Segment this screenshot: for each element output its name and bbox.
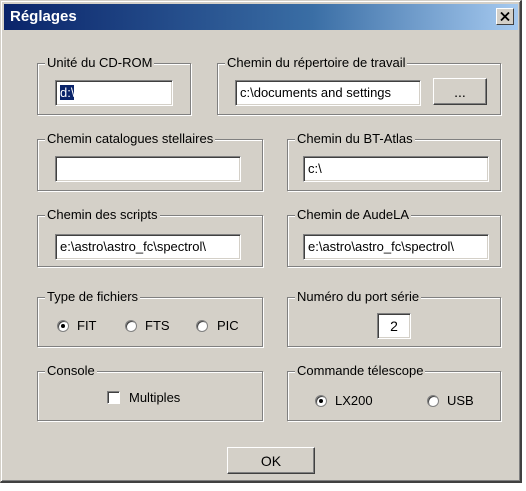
catalogs-input[interactable]: [55, 156, 241, 182]
console-label: Console: [45, 363, 97, 379]
settings-dialog: Réglages Unité du CD-ROM d:\ Chemin du r…: [0, 0, 522, 483]
radio-fit[interactable]: [57, 320, 69, 332]
workdir-input[interactable]: c:\documents and settings: [235, 80, 421, 106]
multiples-checkbox[interactable]: [107, 391, 120, 404]
cdrom-label: Unité du CD-ROM: [45, 55, 155, 71]
btatlas-input[interactable]: c:\: [303, 156, 489, 182]
radio-pic[interactable]: [196, 320, 208, 332]
close-button[interactable]: [496, 8, 514, 25]
radio-lx200[interactable]: [315, 395, 327, 407]
window-title: Réglages: [10, 8, 77, 25]
radio-usb[interactable]: [427, 395, 439, 407]
browse-button[interactable]: ...: [433, 78, 487, 105]
ok-button[interactable]: OK: [227, 447, 315, 474]
scripts-label: Chemin des scripts: [45, 207, 160, 223]
cdrom-input[interactable]: d:\: [55, 80, 173, 106]
title-bar[interactable]: Réglages: [4, 4, 518, 30]
radio-fts-label: FTS: [145, 318, 170, 333]
radio-lx200-label: LX200: [335, 393, 373, 408]
radio-fit-label: FIT: [77, 318, 97, 333]
telescope-label: Commande télescope: [295, 363, 426, 379]
radio-usb-label: USB: [447, 393, 474, 408]
scripts-input[interactable]: e:\astro\astro_fc\spectrol\: [55, 234, 241, 260]
serialport-input[interactable]: 2: [377, 313, 411, 339]
multiples-label: Multiples: [129, 390, 181, 405]
workdir-label: Chemin du répertoire de travail: [225, 55, 408, 71]
audela-input[interactable]: e:\astro\astro_fc\spectrol\: [303, 234, 489, 260]
serialport-label: Numéro du port série: [295, 289, 422, 305]
audela-label: Chemin de AudeLA: [295, 207, 412, 223]
radio-fts[interactable]: [125, 320, 137, 332]
cdrom-value: d:\: [60, 85, 75, 100]
btatlas-label: Chemin du BT-Atlas: [295, 131, 415, 147]
catalogs-label: Chemin catalogues stellaires: [45, 131, 216, 147]
close-icon: [500, 12, 510, 21]
radio-pic-label: PIC: [217, 318, 239, 333]
filetype-label: Type de fichiers: [45, 289, 141, 305]
